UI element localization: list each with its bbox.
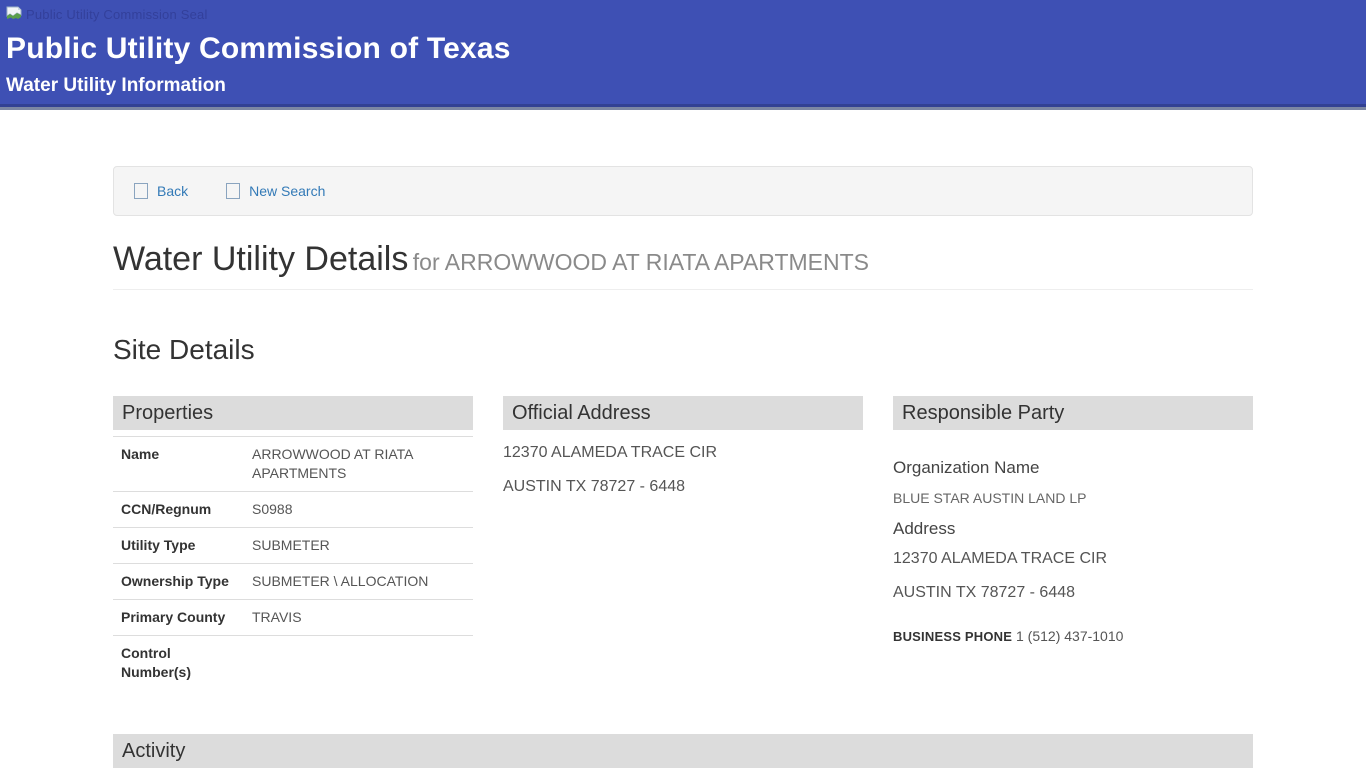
new-search-label: New Search: [249, 183, 325, 199]
activity-header: Activity: [113, 734, 1253, 768]
responsible-party-column: Responsible Party Organization Name BLUE…: [893, 396, 1253, 690]
responsible-party-header: Responsible Party: [893, 396, 1253, 430]
property-value: [244, 636, 473, 691]
seal-row: Public Utility Commission Seal: [6, 5, 1366, 23]
back-icon: [134, 183, 148, 199]
property-label: Control Number(s): [113, 636, 244, 691]
table-row: Utility Type SUBMETER: [113, 528, 473, 564]
property-value: ARROWWOOD AT RIATA APARTMENTS: [244, 437, 473, 492]
official-address-line: 12370 ALAMEDA TRACE CIR: [503, 442, 863, 464]
responsible-address-line: AUSTIN TX 78727 - 6448: [893, 582, 1253, 604]
property-label: Primary County: [113, 600, 244, 636]
broken-image-icon: [6, 6, 22, 22]
property-value: TRAVIS: [244, 600, 473, 636]
page-title-subject: for ARROWWOOD AT RIATA APARTMENTS: [413, 249, 869, 275]
business-phone-label: BUSINESS PHONE: [893, 629, 1012, 644]
toolbar: Back New Search: [113, 166, 1253, 216]
page-header: Water Utility Details for ARROWWOOD AT R…: [113, 240, 1253, 290]
properties-column: Properties Name ARROWWOOD AT RIATA APART…: [113, 396, 473, 690]
site-details-heading: Site Details: [113, 334, 1253, 366]
page-title: Water Utility Details: [113, 240, 408, 278]
site-details-columns: Properties Name ARROWWOOD AT RIATA APART…: [113, 396, 1253, 690]
official-address-line: AUSTIN TX 78727 - 6448: [503, 476, 863, 498]
official-address-header: Official Address: [503, 396, 863, 430]
properties-header: Properties: [113, 396, 473, 430]
table-row: Primary County TRAVIS: [113, 600, 473, 636]
business-phone-value: 1 (512) 437-1010: [1016, 628, 1123, 644]
official-address-column: Official Address 12370 ALAMEDA TRACE CIR…: [503, 396, 863, 690]
main-container: Back New Search Water Utility Details fo…: [113, 166, 1253, 768]
table-row: Ownership Type SUBMETER \ ALLOCATION: [113, 564, 473, 600]
responsible-address-line: 12370 ALAMEDA TRACE CIR: [893, 548, 1253, 570]
business-phone-row: BUSINESS PHONE 1 (512) 437-1010: [893, 628, 1253, 644]
organization-name-value: BLUE STAR AUSTIN LAND LP: [893, 489, 1253, 508]
property-value: S0988: [244, 492, 473, 528]
new-search-icon: [226, 183, 240, 199]
seal-alt-text: Public Utility Commission Seal: [26, 7, 208, 22]
property-label: CCN/Regnum: [113, 492, 244, 528]
site-title: Public Utility Commission of Texas: [6, 32, 1366, 66]
property-label: Utility Type: [113, 528, 244, 564]
back-label: Back: [157, 183, 188, 199]
properties-table: Name ARROWWOOD AT RIATA APARTMENTS CCN/R…: [113, 436, 473, 690]
property-value: SUBMETER \ ALLOCATION: [244, 564, 473, 600]
table-row: CCN/Regnum S0988: [113, 492, 473, 528]
back-button[interactable]: Back: [134, 183, 188, 199]
table-row: Name ARROWWOOD AT RIATA APARTMENTS: [113, 437, 473, 492]
table-row: Control Number(s): [113, 636, 473, 691]
site-subtitle: Water Utility Information: [6, 75, 1366, 97]
organization-name-label: Organization Name: [893, 456, 1253, 479]
property-label: Ownership Type: [113, 564, 244, 600]
address-label: Address: [893, 517, 1253, 540]
property-value: SUBMETER: [244, 528, 473, 564]
property-label: Name: [113, 437, 244, 492]
new-search-button[interactable]: New Search: [226, 183, 325, 199]
site-header: Public Utility Commission Seal Public Ut…: [0, 0, 1366, 110]
